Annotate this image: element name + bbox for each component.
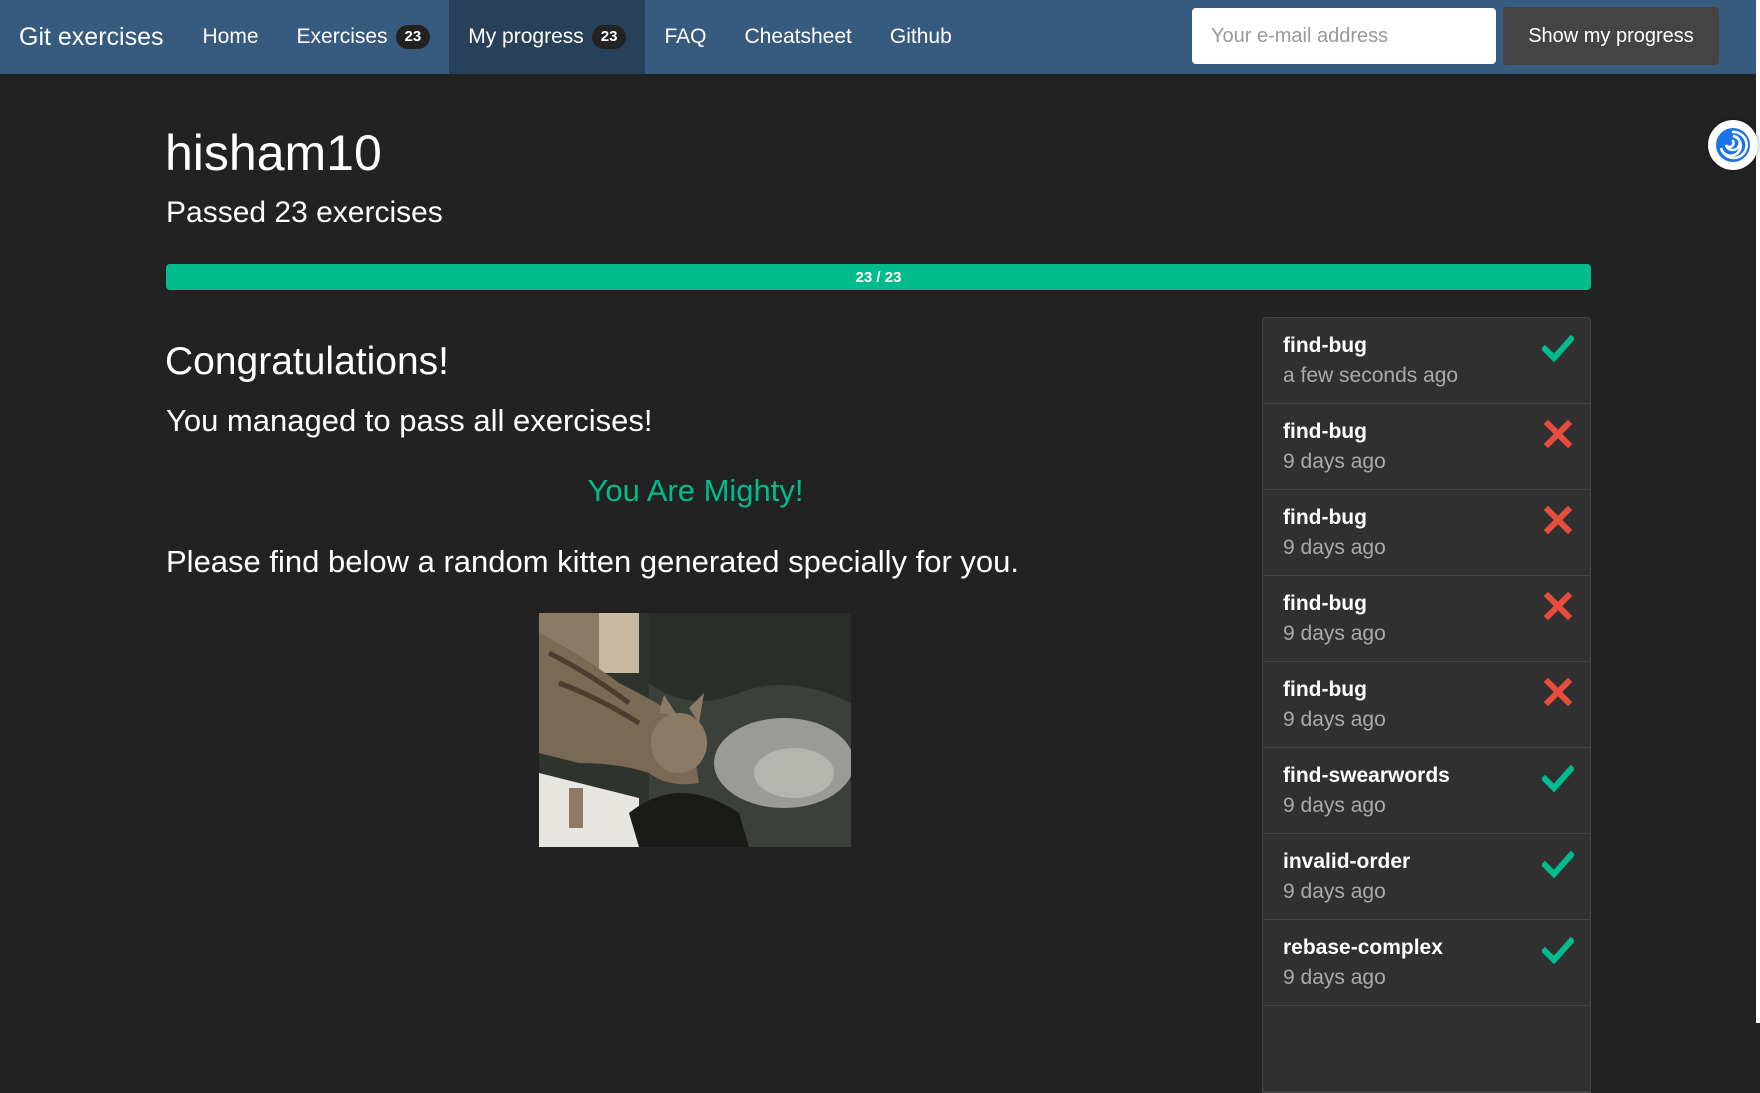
attempt-item: find-swearwords 9 days ago	[1263, 748, 1590, 834]
passed-count-text: Passed 23 exercises	[166, 196, 443, 229]
attempt-timestamp: 9 days ago	[1283, 794, 1386, 817]
brand-link[interactable]: Git exercises	[0, 23, 183, 52]
cross-icon	[1543, 591, 1573, 621]
recent-attempts-list: find-bug a few seconds ago find-bug 9 da…	[1262, 317, 1591, 1093]
nav-my-progress[interactable]: My progress 23	[449, 0, 646, 74]
checkmark-icon	[1542, 334, 1574, 363]
kitten-intro-text: Please find below a random kitten genera…	[166, 544, 1019, 579]
nav-faq[interactable]: FAQ	[645, 0, 725, 74]
attempt-item: invalid-order 9 days ago	[1263, 834, 1590, 920]
cross-icon	[1543, 505, 1573, 535]
cross-icon	[1543, 677, 1573, 707]
nav-exercises[interactable]: Exercises 23	[278, 0, 450, 74]
progress-bar-fill: 23 / 23	[166, 264, 1591, 290]
attempt-item: find-bug a few seconds ago	[1263, 318, 1590, 404]
nav-github[interactable]: Github	[871, 0, 971, 74]
progress-bar-label: 23 / 23	[855, 268, 902, 286]
progress-lookup-form: Show my progress	[1192, 7, 1719, 65]
cross-icon	[1543, 419, 1573, 449]
checkmark-icon	[1542, 850, 1574, 879]
progress-bar: 23 / 23	[166, 264, 1591, 290]
attempt-timestamp: a few seconds ago	[1283, 364, 1459, 387]
attempt-item	[1263, 1006, 1590, 1092]
kitten-photo-illustration	[539, 613, 851, 847]
email-input[interactable]	[1192, 8, 1496, 64]
checkmark-icon	[1542, 936, 1574, 965]
nav-cheatsheet-label: Cheatsheet	[744, 25, 852, 48]
checkmark-icon	[1542, 764, 1574, 793]
attempt-timestamp: 9 days ago	[1283, 708, 1386, 731]
nav-github-label: Github	[889, 25, 952, 48]
attempt-item: rebase-complex 9 days ago	[1263, 920, 1590, 1006]
kitten-image	[539, 613, 851, 847]
attempt-timestamp: 9 days ago	[1283, 622, 1386, 645]
congratulations-heading: Congratulations!	[165, 340, 450, 383]
attempt-item: find-bug 9 days ago	[1263, 404, 1590, 490]
nav-faq-label: FAQ	[664, 25, 707, 48]
attempt-timestamp: 9 days ago	[1283, 450, 1386, 473]
page-title-username: hisham10	[165, 125, 382, 181]
attempt-item: find-bug 9 days ago	[1263, 490, 1590, 576]
attempt-timestamp: 9 days ago	[1283, 966, 1386, 989]
progress-count-badge: 23	[591, 25, 627, 49]
all-passed-text: You managed to pass all exercises!	[166, 403, 653, 438]
attempt-item: find-bug 9 days ago	[1263, 576, 1590, 662]
extension-button[interactable]	[1708, 120, 1758, 170]
attempt-timestamp: 9 days ago	[1283, 536, 1386, 559]
show-my-progress-button[interactable]: Show my progress	[1503, 7, 1719, 65]
scrollbar[interactable]	[1756, 0, 1760, 1023]
nav-exercises-label: Exercises	[296, 25, 388, 48]
navbar: Git exercises Home Exercises 23 My progr…	[0, 0, 1756, 74]
nav-home-label: Home	[202, 25, 259, 48]
attempt-item: find-bug 9 days ago	[1263, 662, 1590, 748]
exercises-count-badge: 23	[395, 25, 431, 49]
swirl-icon	[1716, 128, 1750, 162]
attempt-timestamp: 9 days ago	[1283, 880, 1386, 903]
mighty-text: You Are Mighty!	[587, 473, 804, 508]
nav-my-progress-label: My progress	[468, 25, 584, 48]
nav-cheatsheet[interactable]: Cheatsheet	[725, 0, 870, 74]
nav-home[interactable]: Home	[183, 0, 277, 74]
